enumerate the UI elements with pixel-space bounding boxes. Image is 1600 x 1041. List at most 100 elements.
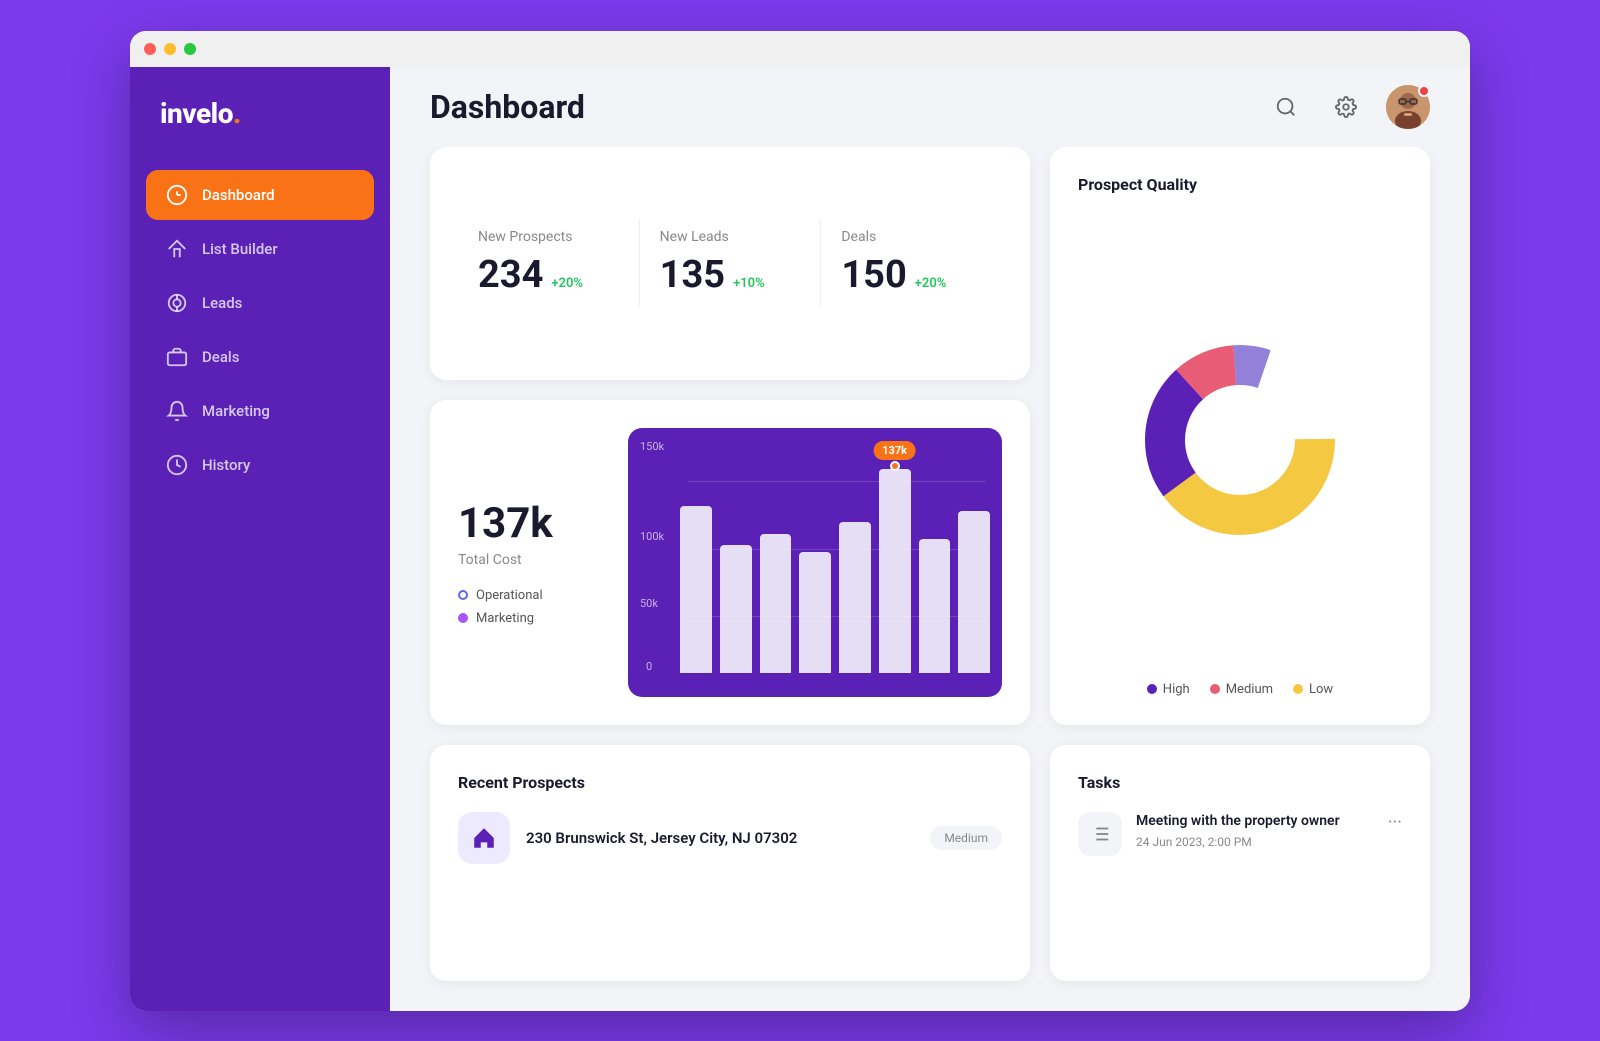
stat-value: 234 [478,253,543,297]
gear-icon [1335,96,1357,118]
prospect-address: 230 Brunswick St, Jersey City, NJ 07302 [526,829,914,847]
stat-new-prospects: New Prospects 234 +20% [458,219,640,307]
content-area: New Prospects 234 +20% New Leads 135 +10… [390,147,1470,1011]
stat-value-row: 150 +20% [841,253,982,297]
y-label-150k: 150k [640,440,664,453]
sidebar-item-dashboard[interactable]: Dashboard [146,170,374,220]
titlebar [130,31,1470,67]
y-label-50k: 50k [640,597,658,610]
sidebar-item-label: Dashboard [202,186,275,204]
donut-legend: High Medium Low [1078,682,1402,697]
stat-value-row: 234 +20% [478,253,619,297]
main-area: Dashboard [390,67,1470,1011]
quality-card-title: Prospect Quality [1078,175,1402,194]
sidebar-item-label: Deals [202,348,239,366]
y-label-0: 0 [646,660,652,673]
cost-label: Total Cost [458,552,598,568]
user-avatar-wrap[interactable] [1386,85,1430,129]
bar-tooltip: 137k [873,441,916,460]
bars-container: 137k [680,442,990,673]
page-title: Dashboard [430,88,585,126]
maximize-dot[interactable] [184,43,196,55]
cost-left: 137k Total Cost Operational Marketing [458,428,598,697]
bar-2 [720,545,752,672]
sidebar-item-label: List Builder [202,240,278,258]
task-list-icon [1089,823,1111,845]
notification-dot [1418,85,1430,97]
logo-dot: . [233,97,241,130]
task-more-button[interactable]: ··· [1388,812,1402,833]
stat-label: Deals [841,229,982,245]
app-body: invelo. Dashboard List Builder [130,67,1470,1011]
cost-legend: Operational Marketing [458,588,598,626]
task-icon [1078,812,1122,856]
marketing-dot [458,613,468,623]
donut-chart [1130,330,1350,550]
bar-7 [919,539,951,673]
briefcase-icon [166,346,188,368]
stats-card: New Prospects 234 +20% New Leads 135 +10… [430,147,1030,380]
medium-dot [1210,684,1220,694]
task-date: 24 Jun 2023, 2:00 PM [1136,835,1374,849]
bar-8 [958,511,990,673]
sidebar-item-deals[interactable]: Deals [146,332,374,382]
tasks-card: Tasks [1050,745,1430,981]
bar-4 [799,552,831,672]
bar-dot [890,461,900,471]
sidebar-item-history[interactable]: History [146,440,374,490]
clock-icon [166,454,188,476]
prospect-badge: Medium [930,826,1002,850]
close-dot[interactable] [144,43,156,55]
operational-dot [458,590,468,600]
prospects-card-title: Recent Prospects [458,773,1002,792]
task-item: Meeting with the property owner 24 Jun 2… [1078,812,1402,856]
low-dot [1293,684,1303,694]
legend-medium: Medium [1210,682,1273,697]
legend-low: Low [1293,682,1333,697]
high-dot [1147,684,1157,694]
recent-prospects-card: Recent Prospects 230 Brunswick St, Jerse… [430,745,1030,981]
sidebar-item-label: Marketing [202,402,270,420]
bar-1 [680,506,712,672]
sidebar-item-label: History [202,456,250,474]
search-icon [1275,96,1297,118]
settings-button[interactable] [1326,87,1366,127]
sidebar-item-marketing[interactable]: Marketing [146,386,374,436]
bell-icon [166,400,188,422]
stat-change: +20% [551,276,583,291]
legend-operational: Operational [458,588,598,603]
task-info: Meeting with the property owner 24 Jun 2… [1136,812,1374,850]
sidebar-item-label: Leads [202,294,242,312]
stat-label: New Leads [660,229,801,245]
app-window: invelo. Dashboard List Builder [130,31,1470,1011]
legend-medium-label: Medium [1226,682,1273,697]
stat-value: 150 [841,253,906,297]
cost-card: 137k Total Cost Operational Marketing [430,400,1030,725]
sidebar: invelo. Dashboard List Builder [130,67,390,1011]
prospect-item: 230 Brunswick St, Jersey City, NJ 07302 … [458,812,1002,864]
sidebar-item-leads[interactable]: Leads [146,278,374,328]
task-title: Meeting with the property owner [1136,812,1374,832]
sidebar-item-list-builder[interactable]: List Builder [146,224,374,274]
search-button[interactable] [1266,87,1306,127]
bar-3 [760,534,792,673]
prospect-quality-card: Prospect Quality [1050,147,1430,725]
y-label-100k: 100k [640,530,664,543]
stat-value-row: 135 +10% [660,253,801,297]
minimize-dot[interactable] [164,43,176,55]
stat-label: New Prospects [478,229,619,245]
sidebar-nav: Dashboard List Builder Leads [130,170,390,490]
bar-6: 137k [879,469,911,672]
tasks-card-title: Tasks [1078,773,1402,792]
legend-high: High [1147,682,1190,697]
stat-deals: Deals 150 +20% [821,219,1002,307]
house-icon [471,825,497,851]
marketing-label: Marketing [476,611,534,626]
cost-value: 137k [458,499,598,548]
target-icon [166,292,188,314]
prospect-icon [458,812,510,864]
operational-label: Operational [476,588,543,603]
dashboard-icon [166,184,188,206]
legend-high-label: High [1163,682,1190,697]
stat-change: +10% [733,276,765,291]
